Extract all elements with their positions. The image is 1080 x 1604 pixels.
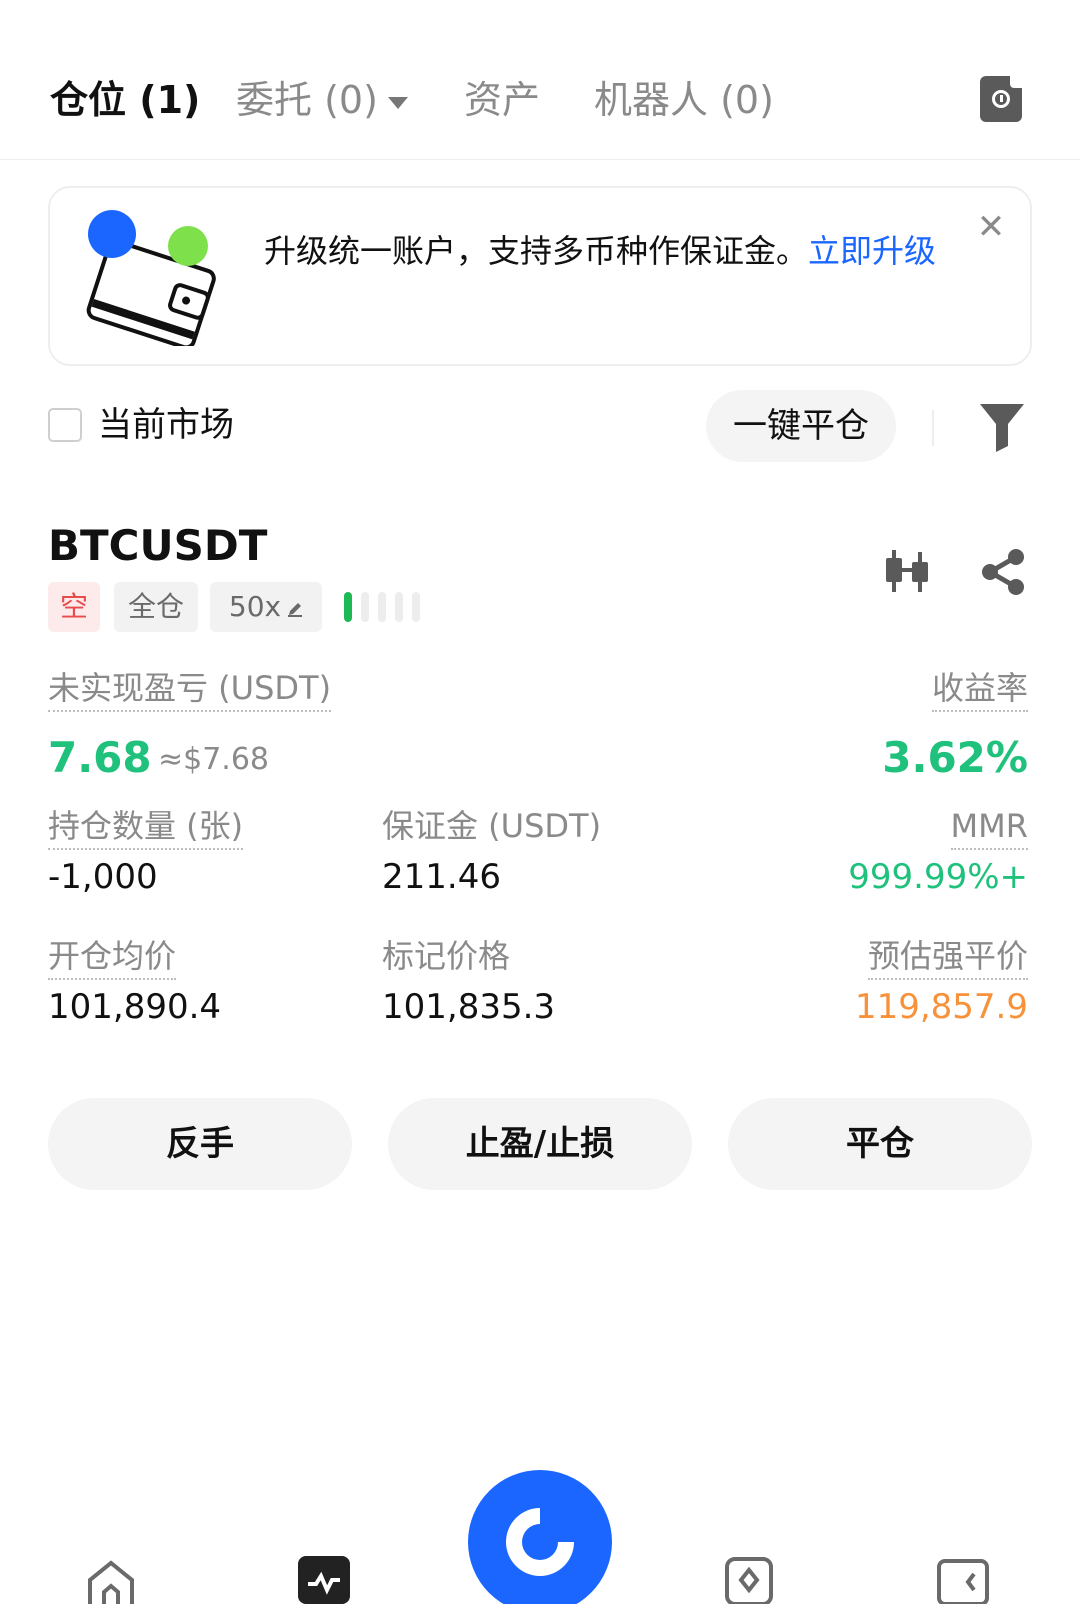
current-market-checkbox[interactable] xyxy=(48,408,82,442)
divider xyxy=(932,410,934,446)
risk-bar xyxy=(344,592,352,622)
current-market-label[interactable]: 当前市场 xyxy=(98,402,234,448)
side-badge: 空 xyxy=(48,582,100,632)
caret-down-icon xyxy=(387,96,408,109)
banner-text: 升级统一账户，支持多币种作保证金。 xyxy=(264,232,809,270)
leverage-badge[interactable]: 50x xyxy=(210,582,322,632)
markets-icon[interactable] xyxy=(298,1556,350,1604)
tab-positions[interactable]: 仓位 (1) xyxy=(50,74,200,126)
entry-price-value: 101,890.4 xyxy=(48,987,222,1027)
edit-icon xyxy=(288,603,303,617)
wallet-icon[interactable] xyxy=(936,1558,990,1604)
roe-value: 3.62% xyxy=(882,733,1028,782)
reverse-button[interactable]: 反手 xyxy=(48,1098,352,1190)
mark-price-label: 标记价格 xyxy=(382,937,511,975)
mmr-label[interactable]: MMR xyxy=(950,804,1028,850)
tab-orders[interactable]: 委托 (0) xyxy=(236,74,408,126)
roe-label[interactable]: 收益率 xyxy=(931,666,1028,712)
trade-fab-button[interactable] xyxy=(468,1470,612,1604)
margin-mode-badge[interactable]: 全仓 xyxy=(114,582,198,632)
position-symbol[interactable]: BTCUSDT xyxy=(48,520,267,572)
candlestick-icon[interactable] xyxy=(882,546,932,596)
tab-assets[interactable]: 资产 xyxy=(464,74,540,126)
filter-funnel-icon[interactable] xyxy=(978,402,1026,452)
margin-value: 211.46 xyxy=(382,857,501,897)
risk-bar xyxy=(412,592,420,622)
trade-fab-icon xyxy=(506,1508,574,1576)
position-tabs: 仓位 (1) 委托 (0) 资产 机器人 (0) xyxy=(0,0,1080,160)
margin-label: 保证金 (USDT) xyxy=(382,807,602,845)
mark-price-value: 101,835.3 xyxy=(382,987,556,1027)
history-icon[interactable] xyxy=(980,76,1022,122)
size-label[interactable]: 持仓数量 (张) xyxy=(48,804,244,850)
upgrade-banner: 升级统一账户，支持多币种作保证金。立即升级 ✕ xyxy=(48,186,1032,366)
mmr-value: 999.99%+ xyxy=(848,857,1028,897)
tp-sl-button[interactable]: 止盈/止损 xyxy=(388,1098,692,1190)
share-icon[interactable] xyxy=(978,548,1026,596)
unrealized-pnl-usd: ≈$7.68 xyxy=(158,742,270,777)
leverage-value: 50x xyxy=(228,590,282,623)
unrealized-pnl-label[interactable]: 未实现盈亏 (USDT) xyxy=(48,666,332,712)
risk-bar xyxy=(395,592,403,622)
risk-level-indicator xyxy=(344,592,429,624)
liq-price-label[interactable]: 预估强平价 xyxy=(867,934,1028,980)
close-all-button[interactable]: 一键平仓 xyxy=(706,390,896,462)
close-position-button[interactable]: 平仓 xyxy=(728,1098,1032,1190)
entry-price-label[interactable]: 开仓均价 xyxy=(48,934,177,980)
wallet-illustration xyxy=(86,210,216,346)
upgrade-link[interactable]: 立即升级 xyxy=(808,232,936,270)
risk-bar xyxy=(361,592,369,622)
unrealized-pnl-value: 7.68 xyxy=(48,733,152,782)
tab-bots[interactable]: 机器人 (0) xyxy=(594,74,774,126)
close-icon[interactable]: ✕ xyxy=(974,210,1008,244)
tab-orders-label: 委托 (0) xyxy=(236,78,378,122)
risk-bar xyxy=(378,592,386,622)
size-value: -1,000 xyxy=(48,857,158,897)
home-icon[interactable] xyxy=(86,1560,136,1604)
liq-price-value: 119,857.9 xyxy=(854,987,1028,1027)
discover-icon[interactable] xyxy=(724,1556,774,1604)
banner-message: 升级统一账户，支持多币种作保证金。立即升级 xyxy=(264,228,964,274)
